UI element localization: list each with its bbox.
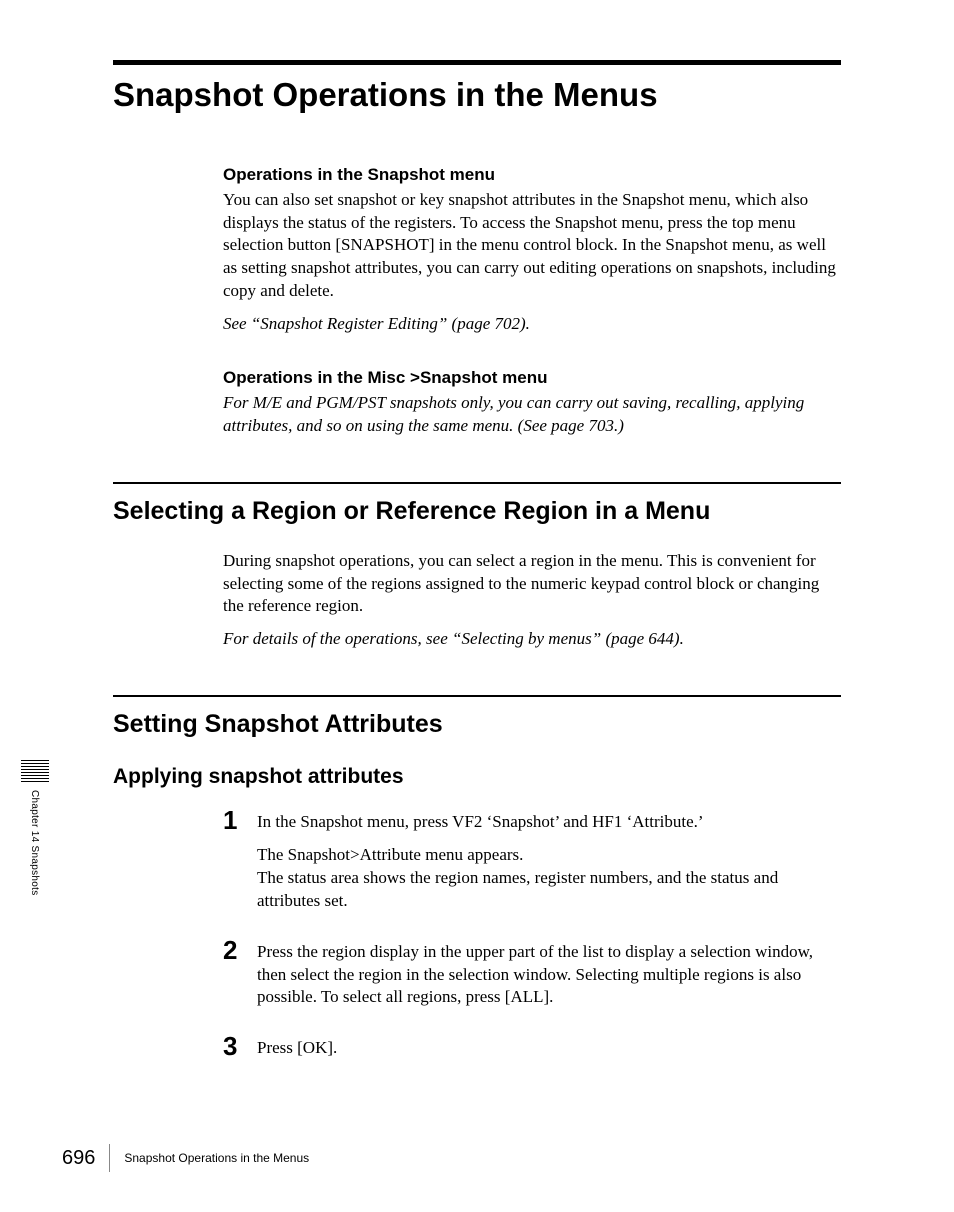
side-tab: Chapter 14 Snapshots — [21, 760, 49, 896]
footer-divider — [109, 1144, 110, 1172]
page-number: 696 — [62, 1147, 95, 1170]
ops-snapshot-see: See “Snapshot Register Editing” (page 70… — [223, 313, 841, 336]
section2-heading: Setting Snapshot Attributes — [113, 709, 841, 739]
step-2: 2 Press the region display in the upper … — [223, 937, 841, 1020]
step-1-p2: The Snapshot>Attribute menu appears. — [257, 844, 841, 867]
side-tab-lines-icon — [21, 760, 49, 782]
section-rule-1 — [113, 482, 841, 484]
section1-see: For details of the operations, see “Sele… — [223, 628, 841, 651]
footer-title: Snapshot Operations in the Menus — [124, 1151, 309, 1165]
section2-subheading: Applying snapshot attributes — [113, 765, 841, 789]
step-1-p3: The status area shows the region names, … — [257, 867, 841, 913]
step-1: 1 In the Snapshot menu, press VF2 ‘Snaps… — [223, 807, 841, 923]
section1-body: During snapshot operations, you can sele… — [223, 550, 841, 619]
step-3-number: 3 — [223, 1033, 257, 1059]
ops-snapshot-body: You can also set snapshot or key snapsho… — [223, 189, 841, 304]
side-tab-text: Chapter 14 Snapshots — [29, 790, 40, 896]
ops-misc-body: For M/E and PGM/PST snapshots only, you … — [223, 392, 841, 438]
section1-heading: Selecting a Region or Reference Region i… — [113, 496, 841, 526]
section-rule-2 — [113, 695, 841, 697]
step-1-p1: In the Snapshot menu, press VF2 ‘Snapsho… — [257, 811, 841, 834]
ops-misc-heading: Operations in the Misc >Snapshot menu — [223, 368, 841, 388]
chapter-rule — [113, 60, 841, 65]
step-2-number: 2 — [223, 937, 257, 963]
ops-snapshot-heading: Operations in the Snapshot menu — [223, 165, 841, 185]
page-footer: 696 Snapshot Operations in the Menus — [62, 1144, 841, 1172]
step-1-number: 1 — [223, 807, 257, 833]
chapter-title: Snapshot Operations in the Menus — [113, 75, 841, 115]
step-3: 3 Press [OK]. — [223, 1033, 841, 1070]
step-3-p1: Press [OK]. — [257, 1037, 337, 1060]
step-2-p1: Press the region display in the upper pa… — [257, 941, 841, 1010]
